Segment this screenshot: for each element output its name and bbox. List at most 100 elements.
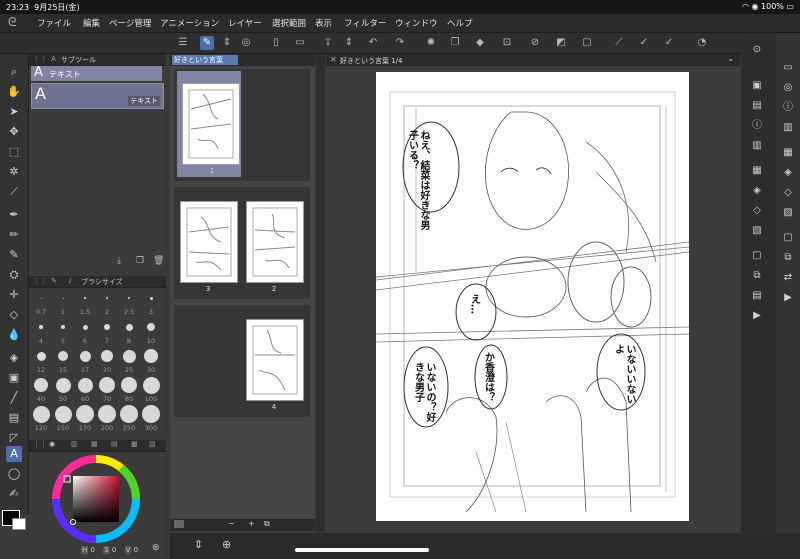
decoration-icon[interactable]: ✛ [6,287,22,303]
page-thumbnail-1[interactable] [182,83,240,165]
eyedropper-icon[interactable]: ⟋ [6,184,22,200]
settings-icon[interactable]: ✺ [424,36,438,50]
panel-divider[interactable] [316,54,325,532]
panel-7-icon[interactable]: ◇ [781,186,795,200]
brush-size-option[interactable] [76,405,94,423]
color-wheel-tab-icon[interactable]: ◉ [49,440,55,448]
brush-size-option[interactable] [84,297,86,299]
color-set-tab-icon[interactable]: ▦ [91,440,98,448]
menu-page[interactable]: ページ管理 [109,17,151,29]
brush-size-option[interactable] [58,351,68,361]
panel-6-icon[interactable]: ◈ [781,166,795,180]
brush-size-option[interactable] [40,297,42,299]
subtool-group-tab[interactable]: A テキスト [31,65,162,81]
text-tool-icon[interactable]: A [6,446,22,462]
page-thumbnail-3[interactable] [180,201,238,283]
ruler-tool-icon[interactable]: ◸ [6,430,22,446]
copy-icon[interactable]: ❐ [448,36,462,50]
panel-4-icon[interactable]: ▥ [781,121,795,135]
assist-icon[interactable]: ◔ [695,36,709,50]
pen-icon[interactable]: ✒ [6,207,22,223]
close-tab-icon[interactable]: ✕ [330,55,337,64]
correct-line-icon[interactable]: ✍ [6,486,22,502]
undo-icon[interactable]: ↶ [366,36,380,50]
layer-search-icon[interactable]: ◈ [750,184,764,198]
history-tab-icon[interactable]: ▧ [149,440,156,448]
page-thumbnail-4[interactable] [246,319,304,401]
brush-size-option[interactable] [142,405,160,423]
app-logo-icon[interactable]: ᘓ [8,15,16,30]
redo-icon[interactable]: ↷ [393,36,407,50]
brush-size-option[interactable] [101,350,113,362]
balloon-text-1[interactable]: ねえ、結菜は好きな男子いる？ [406,130,430,230]
brush-size-option[interactable] [54,405,72,423]
brush-size-option[interactable] [149,296,153,300]
menu-selection[interactable]: 選択範囲 [272,17,306,29]
balloon-text-4[interactable]: か香澄は？ [482,352,494,412]
menu-animation[interactable]: アニメーション [160,17,219,29]
auto-select-icon[interactable]: ✲ [6,164,22,180]
stretch-icon[interactable]: ⇕ [194,538,203,551]
menu-window[interactable]: ウィンドウ [395,17,438,29]
panel-11-icon[interactable]: ⇄ [781,271,795,285]
move-layer-icon[interactable]: ✥ [6,124,22,140]
panel-12-icon[interactable]: ▶ [781,291,795,305]
select-icon[interactable]: ▢ [580,36,594,50]
panel-1-icon[interactable]: ▭ [781,61,795,75]
panel-8-icon[interactable]: ▧ [781,206,795,220]
open-icon[interactable]: ▭ [293,36,307,50]
history-icon[interactable]: ▤ [750,289,764,303]
menu-edit[interactable]: 編集 [83,17,100,29]
brush-size-option[interactable] [60,324,66,330]
menu-view[interactable]: 表示 [315,17,332,29]
menu-filter[interactable]: フィルター [344,17,386,29]
panel-9-icon[interactable]: ▢ [781,231,795,245]
pen-mode-icon[interactable]: ✎ [200,36,214,50]
airbrush-icon[interactable]: ⛭ [6,267,22,283]
layer-stack-icon[interactable]: ◇ [750,204,764,218]
zoom-icon[interactable]: ⌕ [6,64,22,80]
brush-size-option[interactable] [36,351,46,361]
hand-icon[interactable]: ✋ [6,84,22,100]
balloon-text-5[interactable]: いないいないよ [612,344,636,404]
brush-size-option[interactable] [147,323,155,331]
subtool-duplicate-icon[interactable]: ❐ [136,256,144,266]
brush-size-option[interactable] [82,324,88,330]
brush-size-option[interactable] [122,349,136,363]
material-icon[interactable]: ▣ [750,79,764,93]
brush-size-option[interactable] [77,377,93,393]
panel-10-icon[interactable]: ⧉ [781,251,795,265]
brush-size-option[interactable] [98,405,116,423]
color-wheel[interactable] [51,454,141,544]
zoom-in-icon[interactable]: + [248,519,255,528]
brush-size-option[interactable] [120,405,138,423]
ruler-icon[interactable]: ⟋ [612,36,626,50]
new-page-icon[interactable]: ▯ [269,36,283,50]
fill-icon[interactable]: ◆ [473,36,487,50]
menu-hamburger-icon[interactable]: ☰ [176,36,190,50]
menu-layer[interactable]: レイヤー [228,17,262,29]
brush-size-option[interactable] [79,350,91,362]
panel-5-icon[interactable]: ▦ [781,146,795,160]
zoom-out-icon[interactable]: − [228,519,235,528]
animation-icon[interactable]: ⧉ [750,269,764,283]
brush-size-option[interactable] [125,323,133,331]
navigator-icon[interactable]: ⊙ [750,43,764,57]
page-manager-tab[interactable]: 好きという言葉 [172,55,238,65]
brush-size-option[interactable] [144,349,158,363]
brush-size-option[interactable] [99,377,115,393]
info-icon[interactable]: ⓘ [750,119,764,133]
color-menu-icon[interactable]: ⊛ [152,543,160,553]
invert-selection-icon[interactable]: ◩ [554,36,568,50]
balloon-icon[interactable]: ◯ [6,466,22,482]
home-indicator[interactable] [295,548,429,552]
brush-size-option[interactable] [142,376,160,394]
brush-size-option[interactable] [62,297,64,299]
auto-action-icon[interactable]: ▶ [750,309,764,323]
canvas-tab-title[interactable]: 好きという言葉 1/4 [340,56,403,66]
target-icon[interactable]: ⊕ [222,538,231,551]
brush-size-option[interactable] [121,377,137,393]
brush-size-option[interactable] [39,325,43,329]
brush-size-option[interactable] [128,297,130,299]
timeline-icon[interactable]: ▢ [750,249,764,263]
